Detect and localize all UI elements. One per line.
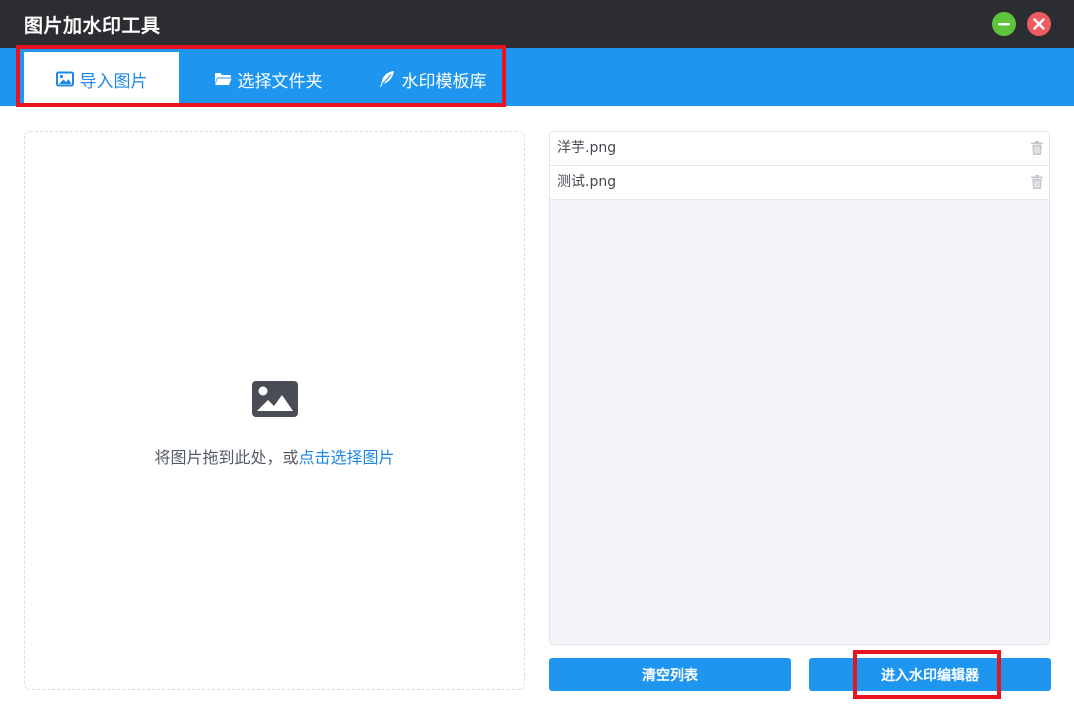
list-item[interactable]: 洋芋.png	[550, 132, 1049, 166]
app-title: 图片加水印工具	[24, 15, 161, 37]
close-icon	[1033, 18, 1045, 30]
file-name: 洋芋.png	[557, 140, 617, 156]
enter-watermark-editor-button[interactable]: 进入水印编辑器	[809, 658, 1051, 691]
tab-watermark-templates[interactable]: 水印模板库	[357, 52, 507, 106]
folder-open-icon	[214, 73, 231, 85]
tab-bar: 导入图片 选择文件夹 水印模板库	[0, 48, 1074, 106]
image-icon	[252, 381, 298, 417]
file-name: 测试.png	[557, 174, 617, 190]
select-images-link[interactable]: 点击选择图片	[299, 448, 395, 467]
tab-import-images[interactable]: 导入图片	[24, 52, 179, 106]
dropzone-hint: 将图片拖到此处，或点击选择图片	[25, 444, 524, 468]
close-button[interactable]	[1027, 12, 1051, 36]
dropzone-hint-text: 将图片拖到此处，或	[154, 448, 299, 467]
tab-label: 选择文件夹	[237, 71, 323, 92]
trash-icon[interactable]	[1031, 141, 1043, 155]
tab-label: 水印模板库	[401, 71, 487, 92]
minimize-button[interactable]	[992, 12, 1016, 36]
feather-icon	[379, 71, 394, 87]
clear-list-button[interactable]: 清空列表	[549, 658, 791, 691]
image-dropzone[interactable]: 将图片拖到此处，或点击选择图片	[24, 131, 525, 690]
minimize-icon	[998, 23, 1010, 26]
image-icon	[55, 71, 74, 87]
list-item[interactable]: 测试.png	[550, 166, 1049, 200]
trash-icon[interactable]	[1031, 175, 1043, 189]
title-bar: 图片加水印工具	[0, 0, 1074, 48]
tab-select-folder[interactable]: 选择文件夹	[179, 52, 357, 106]
tab-label: 导入图片	[79, 71, 148, 92]
file-list: 洋芋.png 测试.png	[549, 131, 1050, 645]
